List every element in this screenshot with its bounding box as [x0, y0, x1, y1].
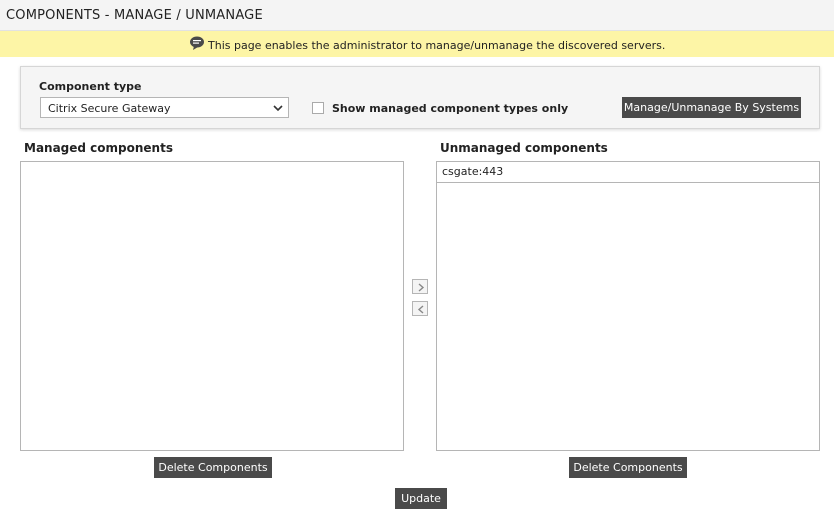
chevron-down-icon [273, 105, 283, 112]
show-managed-checkbox[interactable] [312, 102, 324, 114]
info-text: This page enables the administrator to m… [208, 39, 666, 52]
filter-panel: Component type Citrix Secure Gateway Sho… [20, 66, 820, 129]
speech-bubble-icon [190, 36, 204, 50]
page-title: COMPONENTS - MANAGE / UNMANAGE [6, 8, 263, 23]
chevron-left-icon [417, 305, 424, 314]
component-type-select[interactable]: Citrix Secure Gateway [40, 97, 289, 118]
move-to-unmanaged-button[interactable] [412, 279, 428, 294]
chevron-right-icon [418, 283, 425, 292]
component-type-value: Citrix Secure Gateway [48, 102, 171, 115]
page-header: COMPONENTS - MANAGE / UNMANAGE [0, 0, 834, 31]
info-banner: This page enables the administrator to m… [0, 31, 834, 57]
manage-by-systems-button[interactable]: Manage/Unmanage By Systems [622, 97, 801, 118]
managed-components-list[interactable] [20, 161, 404, 451]
unmanaged-components-label: Unmanaged components [440, 141, 608, 155]
show-managed-label: Show managed component types only [332, 102, 569, 115]
update-button[interactable]: Update [395, 488, 447, 509]
delete-managed-components-button[interactable]: Delete Components [154, 457, 272, 478]
component-type-label: Component type [39, 80, 142, 93]
move-to-managed-button[interactable] [412, 301, 428, 316]
unmanaged-components-list[interactable]: csgate:443 [436, 161, 820, 451]
delete-unmanaged-components-button[interactable]: Delete Components [569, 457, 687, 478]
list-item[interactable]: csgate:443 [437, 162, 819, 183]
managed-components-label: Managed components [24, 141, 173, 155]
